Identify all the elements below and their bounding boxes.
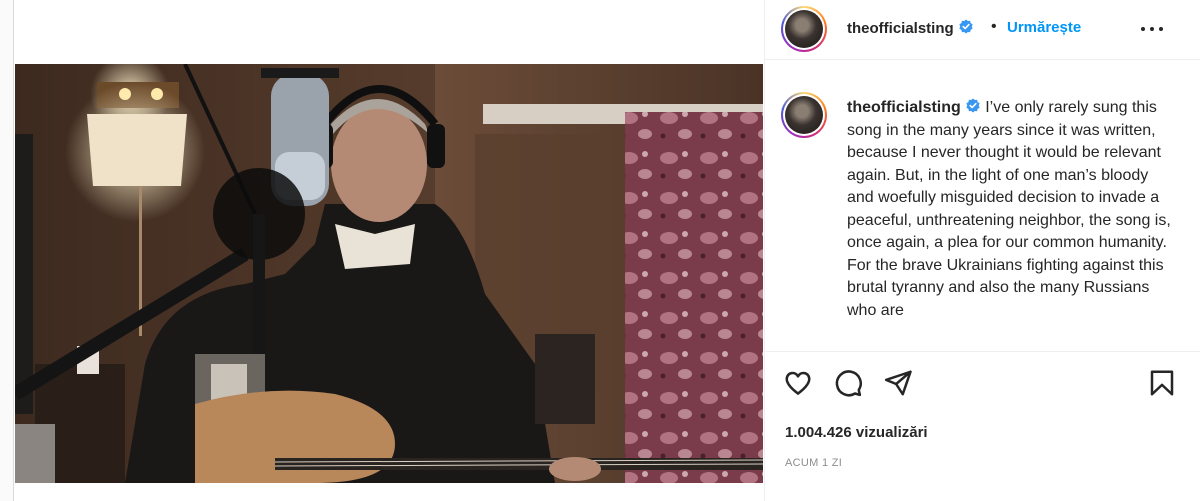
post-sidebar: theofficialsting • Urmărește theofficial… bbox=[764, 0, 1200, 501]
caption-section: theofficialsting I’ve only rarely sung t… bbox=[765, 70, 1200, 352]
page-left-margin bbox=[0, 0, 14, 501]
paper-plane-icon[interactable] bbox=[883, 368, 915, 400]
view-count[interactable]: 1.004.426 vizualizări bbox=[785, 424, 928, 441]
verified-badge-icon bbox=[966, 98, 980, 113]
post-header: theofficialsting • Urmărește bbox=[765, 0, 1200, 60]
caption-username[interactable]: theofficialsting bbox=[847, 99, 961, 116]
follow-button[interactable]: Urmărește bbox=[1007, 19, 1081, 36]
action-bar bbox=[765, 368, 1200, 404]
heart-icon[interactable] bbox=[783, 368, 815, 400]
post-caption: theofficialsting I’ve only rarely sung t… bbox=[847, 97, 1177, 322]
video-frame-studio bbox=[15, 64, 763, 483]
bookmark-icon[interactable] bbox=[1147, 368, 1179, 400]
username-link[interactable]: theofficialsting bbox=[847, 19, 974, 37]
avatar[interactable] bbox=[781, 6, 827, 52]
caption-avatar[interactable] bbox=[781, 92, 827, 138]
post-dialog: theofficialsting • Urmărește theofficial… bbox=[14, 0, 1200, 501]
verified-badge-icon bbox=[959, 19, 973, 34]
caption-text: I’ve only rarely sung this song in the m… bbox=[847, 99, 1171, 319]
more-options-icon[interactable] bbox=[1137, 16, 1167, 42]
post-timestamp[interactable]: ACUM 1 ZI bbox=[785, 457, 842, 469]
username-text: theofficialsting bbox=[847, 20, 954, 37]
comment-icon[interactable] bbox=[833, 368, 865, 400]
post-video[interactable] bbox=[15, 64, 763, 483]
separator-dot: • bbox=[991, 18, 997, 35]
